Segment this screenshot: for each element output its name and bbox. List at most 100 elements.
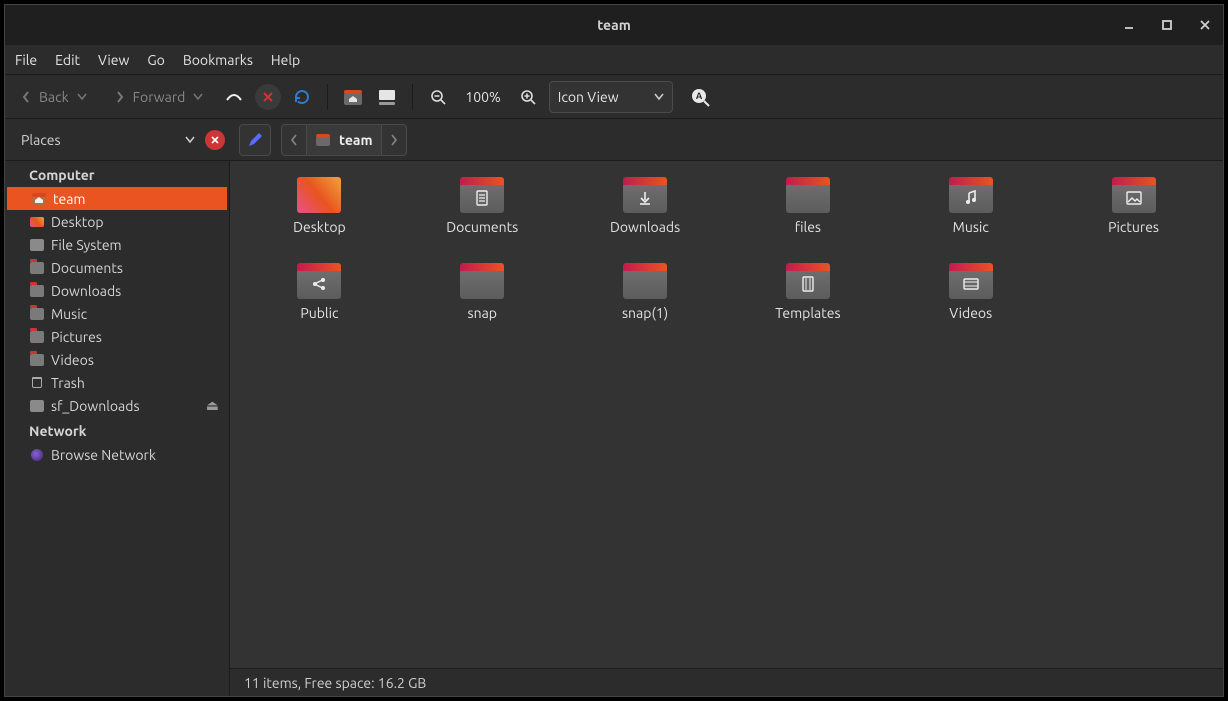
file-item[interactable]: Desktop — [238, 177, 401, 259]
chevron-left-icon — [21, 90, 31, 104]
reload-icon — [293, 88, 311, 106]
menu-help[interactable]: Help — [271, 52, 300, 68]
pencil-icon — [247, 132, 263, 148]
home-icon — [31, 193, 47, 205]
folder-icon — [786, 269, 830, 299]
forward-button[interactable]: Forward — [105, 82, 214, 112]
menubar: File Edit View Go Bookmarks Help — [5, 45, 1223, 75]
maximize-icon — [1161, 19, 1173, 31]
menu-go[interactable]: Go — [147, 52, 164, 68]
sidebar-item[interactable]: Trash — [5, 371, 229, 394]
maximize-button[interactable] — [1155, 13, 1179, 37]
sidebar-header: Computer — [5, 161, 229, 187]
sidebar-item[interactable]: Downloads — [5, 279, 229, 302]
folder-icon — [1112, 183, 1156, 213]
close-panel-button[interactable] — [205, 130, 225, 150]
file-item[interactable]: Documents — [401, 177, 564, 259]
chevron-right-icon — [390, 134, 398, 146]
sidebar-item-label: Music — [51, 306, 87, 322]
zoom-out-button[interactable] — [425, 82, 451, 112]
sidebar-item-label: sf_Downloads — [51, 398, 140, 414]
sidebar-item-label: Downloads — [51, 283, 121, 299]
breadcrumb-next[interactable] — [382, 125, 406, 155]
sidebar-item-label: File System — [51, 237, 122, 253]
file-label: snap(1) — [622, 305, 668, 321]
file-item[interactable]: Pictures — [1052, 177, 1215, 259]
edit-path-button[interactable] — [239, 124, 271, 156]
file-item[interactable]: files — [726, 177, 889, 259]
up-arrow-icon — [224, 90, 244, 104]
stop-button[interactable] — [255, 82, 281, 112]
disk-icon — [29, 400, 45, 412]
folder-icon — [297, 269, 341, 299]
chevron-right-icon — [115, 90, 125, 104]
trash-icon — [29, 377, 45, 388]
sidebar-item[interactable]: Documents — [5, 256, 229, 279]
chevron-down-icon — [654, 93, 664, 101]
sidebar-item-label: Trash — [51, 375, 85, 391]
sidebar-item[interactable]: team — [7, 187, 227, 210]
folder-icon — [623, 269, 667, 299]
disk-icon — [29, 239, 45, 251]
sidebar-item[interactable]: File System — [5, 233, 229, 256]
view-mode-select[interactable]: Icon View — [549, 81, 673, 113]
sidebar-item[interactable]: Music — [5, 302, 229, 325]
breadcrumb: team — [281, 124, 407, 156]
file-label: Documents — [446, 219, 518, 235]
back-button[interactable]: Back — [11, 82, 97, 112]
close-button[interactable] — [1193, 13, 1217, 37]
home-button[interactable] — [340, 82, 366, 112]
up-button[interactable] — [221, 82, 247, 112]
eject-icon[interactable]: ⏏ — [206, 397, 219, 414]
sidebar-item[interactable]: Desktop — [5, 210, 229, 233]
computer-icon — [377, 88, 397, 106]
sidebar-item[interactable]: Videos — [5, 348, 229, 371]
sidebar-item-label: Browse Network — [51, 447, 156, 463]
menu-bookmarks[interactable]: Bookmarks — [183, 52, 253, 68]
window-title: team — [597, 17, 631, 33]
chevron-down-icon[interactable] — [185, 136, 195, 144]
desktop-icon — [29, 217, 45, 227]
sidebar-item[interactable]: Pictures — [5, 325, 229, 348]
sidebar-item[interactable]: Browse Network — [5, 443, 229, 466]
file-item[interactable]: snap — [401, 263, 564, 345]
locationbar: Places team — [5, 119, 1223, 161]
file-label: Videos — [949, 305, 992, 321]
breadcrumb-label: team — [339, 132, 373, 148]
file-item[interactable]: Music — [889, 177, 1052, 259]
folder-icon — [623, 183, 667, 213]
reload-button[interactable] — [289, 82, 315, 112]
desktop-icon — [297, 177, 341, 213]
sidebar-item[interactable]: sf_Downloads ⏏ — [5, 394, 229, 417]
zoom-in-button[interactable] — [515, 82, 541, 112]
computer-button[interactable] — [374, 82, 400, 112]
svg-text:A: A — [696, 91, 703, 101]
minimize-button[interactable] — [1117, 13, 1141, 37]
file-item[interactable]: Videos — [889, 263, 1052, 345]
menu-view[interactable]: View — [98, 52, 129, 68]
file-item[interactable]: Downloads — [564, 177, 727, 259]
view-mode-label: Icon View — [558, 89, 619, 105]
zoom-level: 100% — [459, 89, 506, 105]
zoom-out-icon — [430, 89, 446, 105]
file-item[interactable]: Public — [238, 263, 401, 345]
folder-icon — [29, 285, 45, 297]
menu-edit[interactable]: Edit — [55, 52, 80, 68]
breadcrumb-current[interactable]: team — [307, 125, 382, 155]
menu-file[interactable]: File — [15, 52, 37, 68]
file-item[interactable]: snap(1) — [564, 263, 727, 345]
breadcrumb-prev[interactable] — [282, 125, 307, 155]
file-label: snap — [468, 305, 497, 321]
stop-icon — [262, 91, 274, 103]
folder-icon — [786, 183, 830, 213]
home-folder-icon — [343, 88, 363, 106]
sidebar-item-label: Videos — [51, 352, 94, 368]
search-button[interactable]: A — [687, 82, 713, 112]
icon-grid[interactable]: Desktop Documents DownloadsfilesMusic Pictu… — [230, 161, 1223, 668]
minimize-icon — [1122, 18, 1136, 32]
file-item[interactable]: Templates — [726, 263, 889, 345]
file-label: Pictures — [1108, 219, 1159, 235]
folder-icon — [29, 308, 45, 320]
zoom-in-icon — [520, 89, 536, 105]
sidebar-item-label: Pictures — [51, 329, 102, 345]
